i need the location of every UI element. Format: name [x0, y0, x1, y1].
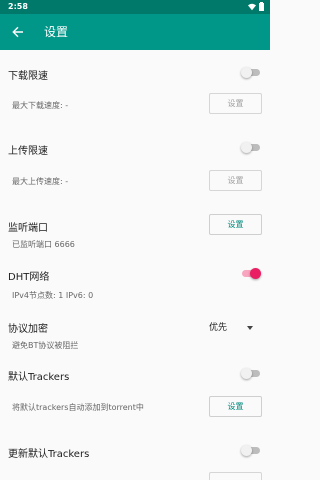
default-trackers-toggle[interactable]: [241, 368, 260, 379]
encryption-description: 避免BT协议被阻拦: [12, 341, 79, 350]
dht-label: DHT网络: [8, 272, 50, 283]
default-trackers-set-button[interactable]: 设置: [209, 396, 262, 417]
status-icons: [248, 2, 264, 11]
wifi-icon: [248, 3, 256, 10]
dropdown-arrow-icon: [247, 326, 253, 330]
download-limit-toggle[interactable]: [241, 67, 260, 78]
default-trackers-label: 默认Trackers: [8, 372, 70, 383]
upload-limit-label: 上传限速: [8, 146, 48, 157]
download-limit-value: 最大下载速度: -: [12, 101, 69, 110]
update-trackers-partial-button[interactable]: [209, 472, 262, 480]
page-title: 设置: [44, 25, 69, 39]
download-limit-set-button[interactable]: 设置: [209, 93, 262, 114]
app-bar: 设置: [0, 14, 270, 50]
listen-port-value: 已监听端口 6666: [12, 240, 75, 249]
encryption-label: 协议加密: [8, 324, 48, 335]
dht-node-count: IPv4节点数: 1 IPv6: 0: [12, 291, 94, 300]
battery-icon: [259, 2, 264, 11]
listen-port-set-button[interactable]: 设置: [209, 214, 262, 235]
encryption-selected: 优先: [209, 323, 228, 333]
upload-limit-set-button[interactable]: 设置: [209, 170, 262, 191]
update-trackers-label: 更新默认Trackers: [8, 449, 90, 460]
dht-toggle[interactable]: [242, 268, 261, 279]
upload-limit-value: 最大上传速度: -: [12, 177, 69, 186]
listen-port-label: 监听端口: [8, 223, 48, 234]
arrow-back-icon: [12, 26, 23, 38]
status-bar: 2:58: [0, 0, 270, 14]
back-button[interactable]: [8, 22, 28, 42]
download-limit-label: 下载限速: [8, 71, 48, 82]
encryption-dropdown[interactable]: 优先: [209, 320, 261, 336]
default-trackers-description: 将默认trackers自动添加到torrent中: [12, 403, 144, 412]
upload-limit-toggle[interactable]: [241, 142, 260, 153]
status-time: 2:58: [8, 2, 28, 11]
update-trackers-toggle[interactable]: [241, 445, 260, 456]
